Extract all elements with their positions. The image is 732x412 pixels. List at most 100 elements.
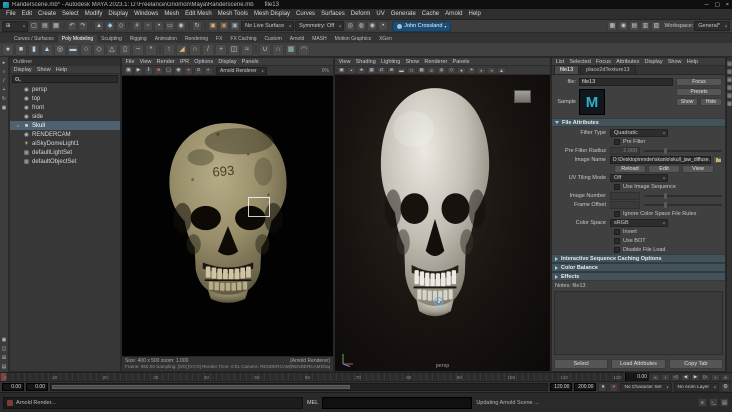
poly-platonic-icon[interactable]: ◇ [93, 43, 105, 56]
outliner-search-input[interactable] [12, 75, 118, 83]
light-card[interactable] [514, 90, 531, 103]
go-to-end-button[interactable]: » [721, 373, 730, 381]
two-pane-layout-icon[interactable]: ◫ [1, 345, 8, 352]
quad-draw-icon[interactable]: ▦ [285, 43, 297, 56]
outliner-item[interactable]: ◉ top [10, 94, 120, 103]
viewport-menu-item[interactable]: Shading [353, 59, 378, 65]
render-view-menu-item[interactable]: Render [154, 59, 177, 65]
image-plane-icon[interactable]: ▦ [367, 66, 376, 74]
viewport-menu-item[interactable]: View [336, 59, 353, 65]
step-back-frame-button[interactable]: ‹ [661, 373, 670, 381]
select-object-mode-icon[interactable]: ◆ [105, 21, 115, 31]
step-back-key-button[interactable]: ◁ [671, 373, 680, 381]
render-canvas[interactable]: 693 [122, 76, 333, 356]
separator[interactable]: | [203, 21, 207, 31]
outliner-item[interactable]: ▦ defaultObjectSet [10, 157, 120, 166]
image-number-slider[interactable] [644, 192, 722, 199]
extrude-icon[interactable]: ↑ [163, 43, 175, 56]
poly-gear-icon[interactable]: * [145, 43, 157, 56]
animation-start-field[interactable]: 0.00 [2, 383, 24, 391]
snap-magnet-icon[interactable]: • [378, 21, 389, 31]
file-attributes-section-header[interactable]: File Attributes [552, 118, 725, 127]
soft-selection-icon[interactable]: ◎ [345, 21, 356, 31]
hide-button[interactable]: Hide [700, 98, 722, 106]
move-tool-icon[interactable]: + [1, 86, 8, 93]
attribute-editor-toggle-icon[interactable]: ▥ [640, 21, 651, 31]
script-editor-icon[interactable]: ≡ [698, 398, 707, 407]
bookmark-icon[interactable]: ★ [357, 66, 366, 74]
highlight-backfaces-icon[interactable]: ◍ [356, 21, 367, 31]
hud-toggle-icon[interactable]: ≡ [427, 66, 436, 74]
shelf-tab[interactable]: Rigging [126, 35, 151, 43]
shelf-tab[interactable]: FX [212, 35, 226, 43]
workspace-selector[interactable]: General* [694, 21, 730, 31]
single-pane-layout-icon[interactable]: ▣ [1, 336, 8, 343]
render-settings-icon[interactable]: ▣ [230, 21, 240, 31]
go-to-start-button[interactable]: « [651, 373, 660, 381]
select-hierarchy-mode-icon[interactable]: ▲ [94, 21, 104, 31]
separator[interactable]: | [158, 44, 162, 56]
command-line-input[interactable] [322, 396, 473, 409]
menu-item[interactable]: Edit [19, 11, 35, 17]
range-slider-bar[interactable] [52, 385, 350, 389]
anti-aliasing-toggle-icon[interactable]: ▲ [497, 66, 506, 74]
bridge-icon[interactable]: ∩ [189, 43, 201, 56]
ignore-color-space-rules-checkbox[interactable] [614, 210, 620, 217]
set-key-icon[interactable]: ♦ [598, 382, 608, 392]
use-image-sequence-checkbox[interactable] [614, 183, 620, 190]
shadows-toggle-icon[interactable]: ◐ [477, 66, 486, 74]
viewport-menu-item[interactable]: Renderer [422, 59, 450, 65]
shelf-tab[interactable]: Curves / Surfaces [10, 35, 58, 43]
select-tool-icon[interactable]: ▸ [1, 59, 8, 66]
menu-item[interactable]: Mesh Tools [215, 11, 251, 17]
edit-button[interactable]: Edit [648, 164, 680, 173]
shelf-tab[interactable]: Custom [261, 35, 286, 43]
playback-end-field[interactable]: 120.00 [550, 383, 573, 391]
poly-disc-icon[interactable]: ○ [80, 43, 92, 56]
invert-checkbox[interactable] [614, 228, 620, 235]
mirror-icon[interactable]: ◫ [228, 43, 240, 56]
multi-cut-icon[interactable]: / [202, 43, 214, 56]
rotate-tool-icon[interactable]: ↻ [1, 95, 8, 102]
ipr-redraw-icon[interactable]: ▶ [134, 66, 143, 75]
tool-settings-icon[interactable]: ▦ [727, 77, 732, 82]
collapsed-section-header[interactable]: Effects [552, 272, 725, 281]
output-window-icon[interactable]: ▤ [720, 398, 729, 407]
symmetry-dropdown[interactable]: Symmetry: Off [295, 21, 345, 31]
pre-filter-radius-field[interactable]: 2.000 [610, 146, 640, 155]
node-tab[interactable]: place2dTexture13 [580, 65, 636, 74]
outliner-item[interactable]: ◉ persp [10, 85, 120, 94]
snap-to-grid-icon[interactable]: # [132, 21, 142, 31]
outliner-layout-icon[interactable]: ▤ [1, 363, 8, 370]
resolution-gate-icon[interactable]: □ [407, 66, 416, 74]
renderer-dropdown[interactable]: Arnold Renderer [216, 66, 267, 75]
attribute-editor-menu-item[interactable]: Show [665, 59, 684, 65]
node-tab[interactable]: file13 [554, 65, 580, 74]
pre-filter-radius-slider[interactable] [644, 147, 722, 154]
viewport-canvas[interactable]: persp [335, 75, 550, 371]
construction-history-icon[interactable]: ↻ [192, 21, 202, 31]
filter-type-dropdown[interactable]: Quadratic [610, 128, 668, 137]
account-button[interactable]: John Crossland ▾ [392, 20, 452, 32]
gate-mask-icon[interactable]: ▩ [417, 66, 426, 74]
browse-folder-icon[interactable] [713, 155, 722, 164]
attribute-editor-menu-item[interactable]: List [553, 59, 567, 65]
render-view-menu-item[interactable]: Panels [239, 59, 261, 65]
render-view-menu-item[interactable]: File [123, 59, 137, 65]
timeline-scrubber[interactable]: 0102030405060708090100110120 [0, 373, 625, 381]
shelf-tab[interactable]: Poly Modeling [57, 35, 98, 43]
lighting-toggle-icon[interactable]: ☀ [467, 66, 476, 74]
poly-cube-icon[interactable]: ■ [15, 43, 27, 56]
menu-item[interactable]: Surfaces [318, 11, 348, 17]
play-backwards-button[interactable]: ◀ [681, 373, 690, 381]
channel-box-toggle-icon[interactable]: ▤ [629, 21, 640, 31]
ipr-render-icon[interactable]: ▣ [219, 21, 229, 31]
focus-button[interactable]: Focus [676, 78, 722, 86]
shelf-tab[interactable]: Motion Graphics [331, 35, 375, 43]
image-number-field[interactable] [610, 191, 640, 200]
separator[interactable]: | [254, 44, 258, 56]
collapsed-section-header[interactable]: Interactive Sequence Caching Options [552, 254, 725, 263]
outliner-item[interactable]: ◉ front [10, 103, 120, 112]
outliner-menu-item[interactable]: Display [11, 67, 34, 73]
close-button[interactable]: × [726, 2, 729, 8]
